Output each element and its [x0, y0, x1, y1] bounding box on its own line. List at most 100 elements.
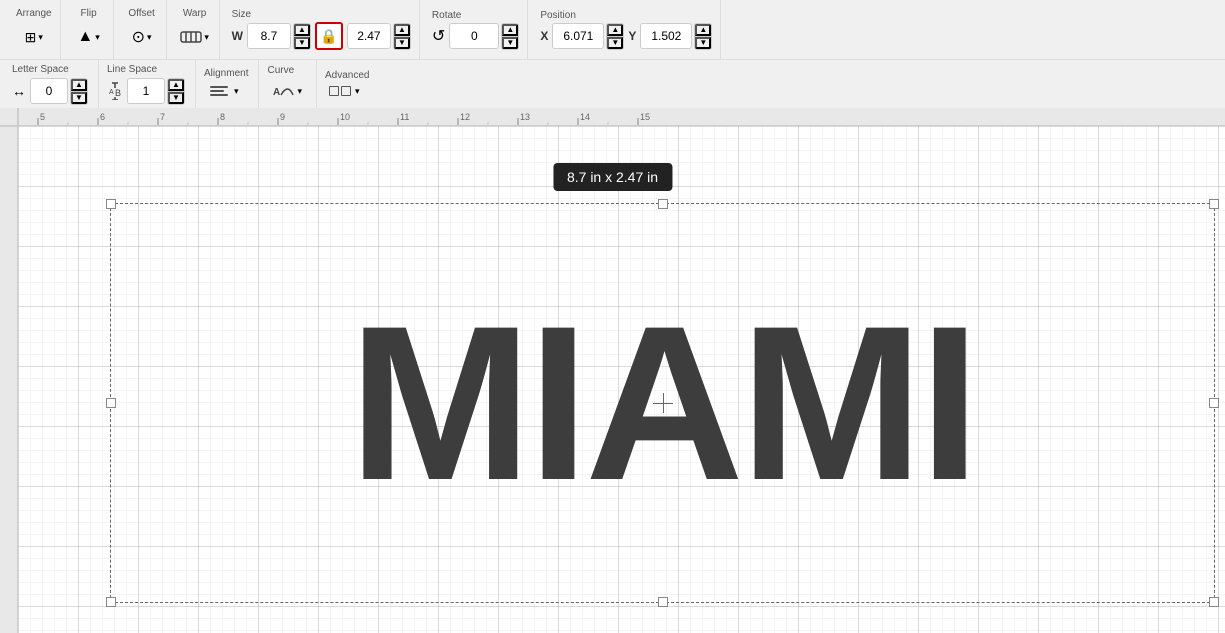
letter-space-input-group: ▲ ▼	[30, 78, 88, 105]
svg-text:8: 8	[220, 112, 225, 122]
arrange-button[interactable]: ⊞ ▾	[18, 23, 50, 51]
arrange-icon: ⊞	[25, 29, 37, 46]
align-line2	[210, 90, 224, 92]
svg-text:10: 10	[340, 112, 350, 122]
rotate-icon: ↺	[432, 26, 445, 46]
flip-group: Flip ▲ ▾	[65, 0, 114, 59]
alignment-button[interactable]: ▾	[204, 82, 243, 100]
letter-space-up[interactable]: ▲	[71, 79, 87, 91]
svg-text:7: 7	[160, 112, 165, 122]
curve-dropdown-icon: ▾	[297, 86, 302, 97]
ruler-vertical	[0, 126, 18, 633]
flip-dropdown-icon: ▾	[95, 32, 100, 43]
arrange-label: Arrange	[16, 8, 52, 19]
rotate-spinner: ▲ ▼	[501, 23, 519, 50]
alignment-icon	[208, 84, 230, 98]
line-space-up[interactable]: ▲	[168, 79, 184, 91]
line-space-down[interactable]: ▼	[168, 92, 184, 104]
advanced-label: Advanced	[325, 70, 369, 81]
advanced-controls: ▾	[325, 84, 364, 99]
arrange-controls: ⊞ ▾	[18, 23, 50, 51]
alignment-group: Alignment ▾	[200, 60, 259, 108]
warp-controls: ▾	[179, 23, 211, 51]
curve-group: Curve A ▾	[263, 60, 317, 108]
letter-space-field[interactable]	[30, 78, 68, 104]
curve-controls: A ▾	[267, 79, 306, 104]
width-spinner: ▲ ▼	[293, 23, 311, 50]
size-group: Size W ▲ ▼ 🔒 ▲	[224, 0, 420, 59]
height-field[interactable]	[347, 23, 391, 49]
flip-button[interactable]: ▲ ▾	[73, 23, 105, 51]
letter-space-controls: ↔ ▲ ▼	[12, 78, 88, 105]
arrange-group: Arrange ⊞ ▾	[8, 0, 61, 59]
ruler-horizontal: 5 6 7 8 9 10 11 12 13 14 15	[18, 108, 1225, 126]
curve-label: Curve	[267, 65, 294, 76]
curve-button[interactable]: A ▾	[267, 79, 306, 104]
advanced-group: Advanced ▾	[321, 60, 379, 108]
alignment-dropdown-icon: ▾	[234, 86, 239, 97]
size-controls: W ▲ ▼ 🔒 ▲	[232, 22, 411, 50]
position-label: Position	[540, 10, 576, 21]
warp-label: Warp	[183, 8, 207, 19]
offset-dropdown-icon: ▾	[147, 32, 152, 43]
offset-group: Offset ⊙ ▾	[118, 0, 167, 59]
width-up[interactable]: ▲	[294, 24, 310, 36]
warp-dropdown-icon: ▾	[204, 32, 209, 43]
height-up[interactable]: ▲	[394, 24, 410, 36]
aspect-lock-button[interactable]: 🔒	[315, 22, 343, 50]
size-label: Size	[232, 9, 251, 20]
curve-icon: A	[271, 81, 295, 102]
width-field[interactable]	[247, 23, 291, 49]
rotate-up[interactable]: ▲	[502, 24, 518, 36]
rotate-field[interactable]	[449, 23, 499, 49]
svg-text:14: 14	[580, 112, 590, 122]
offset-label: Offset	[128, 8, 155, 19]
svg-text:5: 5	[40, 112, 45, 122]
alignment-label: Alignment	[204, 68, 248, 79]
rotate-group: Rotate ↺ ▲ ▼	[424, 0, 528, 59]
offset-button[interactable]: ⊙ ▾	[126, 23, 158, 51]
ruler-corner	[0, 108, 18, 126]
line-space-spinner: ▲ ▼	[167, 78, 185, 105]
line-space-icon: A B	[107, 82, 123, 100]
posx-up[interactable]: ▲	[607, 24, 623, 36]
offset-icon: ⊙	[132, 27, 145, 47]
posx-down[interactable]: ▼	[607, 37, 623, 49]
posx-label: X	[540, 29, 548, 43]
toolbar-row2: Letter Space ↔ ▲ ▼ Line Space	[0, 60, 1225, 108]
warp-group: Warp ▾	[171, 0, 220, 59]
posx-spinner: ▲ ▼	[606, 23, 624, 50]
posy-label: Y	[628, 29, 636, 43]
posx-field[interactable]	[552, 23, 604, 49]
posy-field[interactable]	[640, 23, 692, 49]
size-tooltip: 8.7 in x 2.47 in	[553, 163, 672, 191]
offset-controls: ⊙ ▾	[126, 23, 158, 51]
letter-space-down[interactable]: ▼	[71, 92, 87, 104]
posy-up[interactable]: ▲	[695, 24, 711, 36]
letter-space-spinner: ▲ ▼	[70, 78, 88, 105]
miami-wrapper[interactable]: MIAMI	[110, 203, 1215, 603]
rotate-down[interactable]: ▼	[502, 37, 518, 49]
line-space-input-group: ▲ ▼	[127, 78, 185, 105]
line-space-group: Line Space A B ▲	[103, 60, 196, 108]
svg-text:9: 9	[280, 112, 285, 122]
warp-icon	[180, 28, 202, 46]
width-down[interactable]: ▼	[294, 37, 310, 49]
adv-box2	[341, 86, 351, 96]
arrange-dropdown-icon: ▾	[38, 32, 43, 43]
height-down[interactable]: ▼	[394, 37, 410, 49]
advanced-dropdown-icon: ▾	[355, 86, 360, 97]
adv-box1	[329, 86, 339, 96]
advanced-button[interactable]: ▾	[325, 84, 364, 99]
align-line1	[210, 86, 228, 88]
warp-button[interactable]: ▾	[179, 23, 211, 51]
center-crosshair	[653, 393, 673, 413]
svg-text:12: 12	[460, 112, 470, 122]
svg-text:6: 6	[100, 112, 105, 122]
rotate-label: Rotate	[432, 10, 461, 21]
line-space-field[interactable]	[127, 78, 165, 104]
rotate-input-group: ▲ ▼	[449, 23, 519, 50]
line-space-label: Line Space	[107, 64, 157, 75]
position-controls: X ▲ ▼ Y ▲ ▼	[540, 23, 712, 50]
posy-down[interactable]: ▼	[695, 37, 711, 49]
